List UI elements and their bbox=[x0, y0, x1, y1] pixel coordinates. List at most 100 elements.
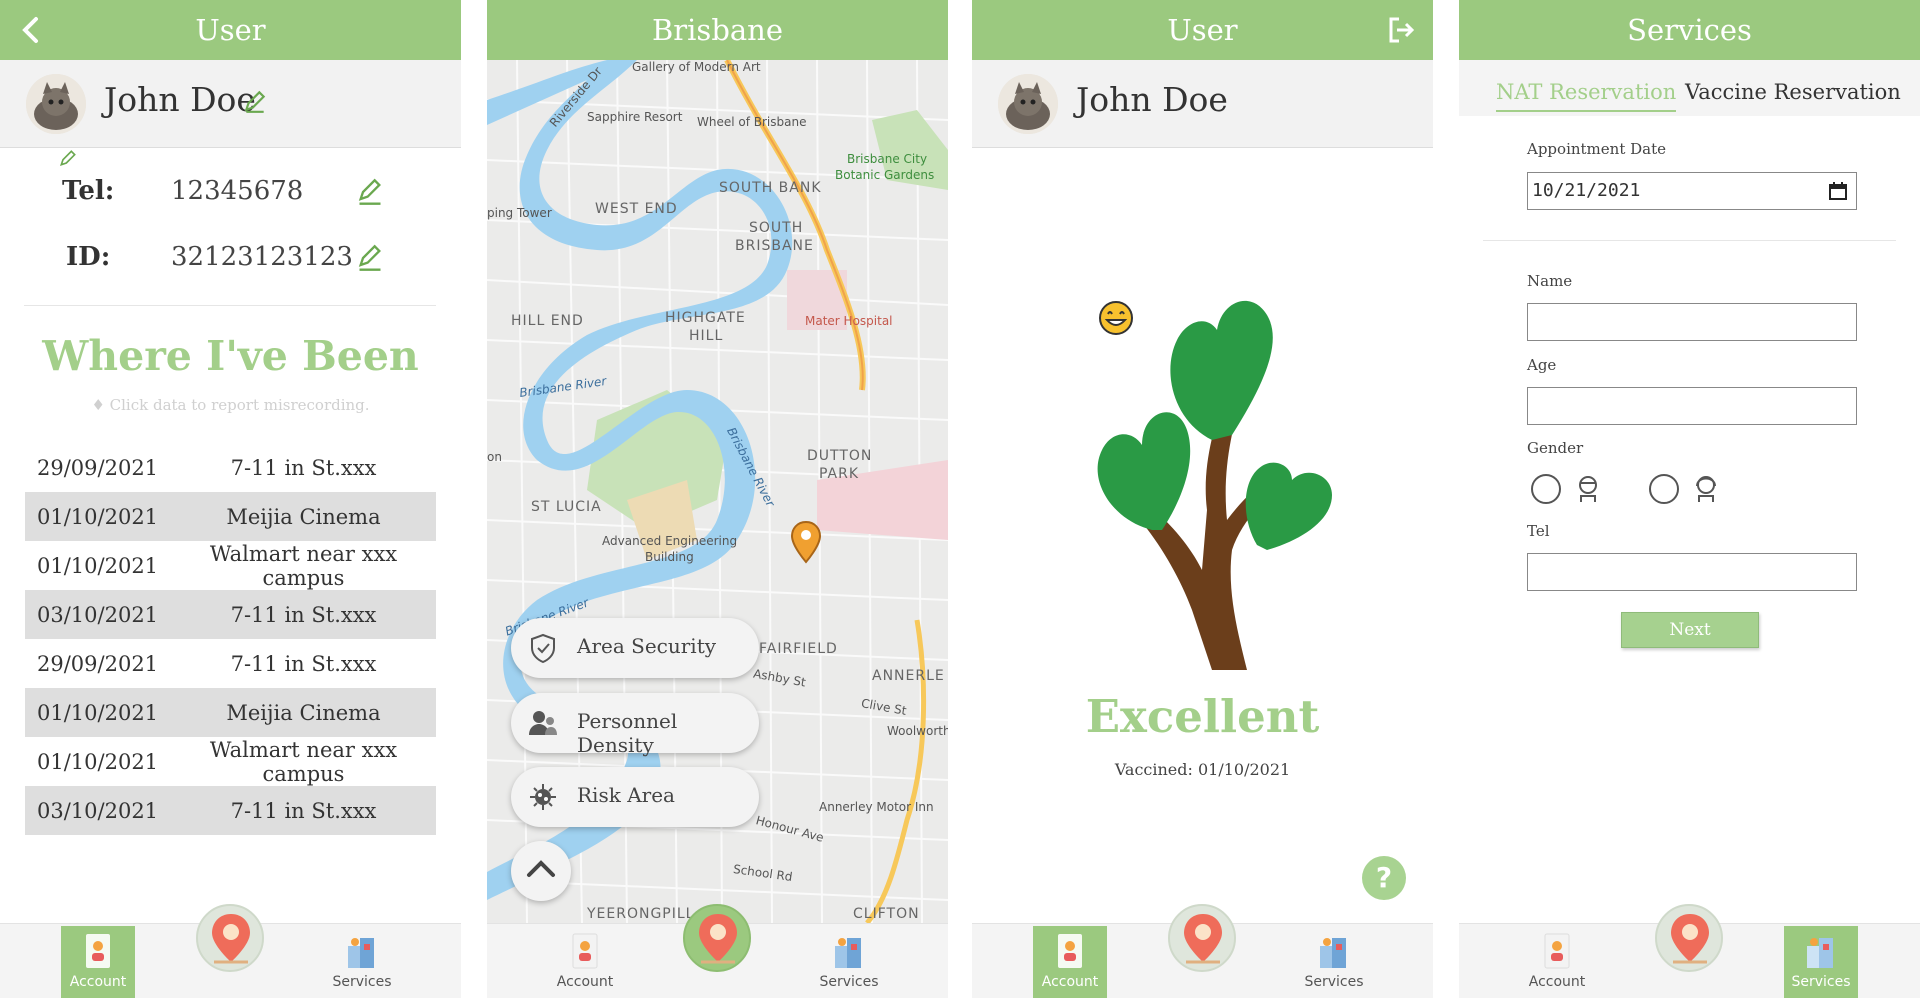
history-place: 7-11 in St.xxx bbox=[230, 602, 377, 627]
account-icon bbox=[1058, 934, 1082, 968]
tab-account[interactable]: Account bbox=[548, 926, 622, 998]
tel-label: Tel: bbox=[62, 176, 115, 206]
tab-services[interactable]: Services bbox=[325, 926, 399, 998]
history-place: Meijia Cinema bbox=[226, 700, 381, 725]
map-label: Building bbox=[645, 550, 694, 564]
appointment-date-input[interactable]: 10/21/2021 bbox=[1527, 172, 1857, 210]
map-label: WEST END bbox=[595, 201, 678, 217]
bottom-tab-bar: Account Services bbox=[487, 904, 948, 998]
edit-id-icon[interactable] bbox=[356, 244, 384, 272]
name-input[interactable] bbox=[1527, 303, 1857, 341]
tel-label: Tel bbox=[1527, 522, 1550, 540]
avatar[interactable] bbox=[26, 74, 86, 134]
personnel-density-button[interactable]: Personnel Density bbox=[511, 693, 759, 757]
tel-value: 12345678 bbox=[171, 176, 304, 206]
edit-name-icon[interactable] bbox=[242, 88, 268, 114]
services-icon bbox=[1320, 938, 1346, 968]
account-icon bbox=[86, 934, 110, 968]
risk-area-button[interactable]: Risk Area bbox=[511, 767, 759, 827]
tab-account[interactable]: Account bbox=[61, 926, 135, 998]
history-row[interactable]: 01/10/2021 Walmart near xxx campus bbox=[25, 541, 436, 590]
history-date: 01/10/2021 bbox=[37, 749, 159, 774]
calendar-icon[interactable] bbox=[1828, 181, 1848, 201]
history-list: 29/09/2021 7-11 in St.xxx 01/10/2021 Meiji… bbox=[25, 443, 436, 835]
history-row[interactable]: 01/10/2021 Meijia Cinema bbox=[25, 492, 436, 541]
map-label: Advanced Engineering bbox=[602, 534, 738, 548]
history-row[interactable]: 03/10/2021 7-11 in St.xxx bbox=[25, 590, 436, 639]
logout-icon[interactable] bbox=[1385, 14, 1417, 46]
tab-services[interactable]: Services bbox=[1297, 926, 1371, 998]
history-date: 29/09/2021 bbox=[37, 455, 159, 480]
gender-male-radio[interactable] bbox=[1531, 474, 1561, 504]
history-place: 7-11 in St.xxx bbox=[230, 798, 377, 823]
gender-female-radio[interactable] bbox=[1649, 474, 1679, 504]
female-icon bbox=[1696, 476, 1716, 502]
tab-account-label: Account bbox=[1041, 974, 1099, 990]
edit-tel-icon[interactable] bbox=[356, 178, 384, 206]
account-icon bbox=[572, 933, 598, 969]
map-pin-icon bbox=[212, 914, 250, 964]
history-row[interactable]: 29/09/2021 7-11 in St.xxx bbox=[25, 443, 436, 492]
appointment-date-value: 10/21/2021 bbox=[1532, 180, 1641, 201]
history-place: 7-11 in St.xxx bbox=[230, 455, 377, 480]
map-label: FAIRFIELD bbox=[759, 641, 838, 657]
map-label: Annerley Motor Inn bbox=[819, 800, 934, 814]
id-row: ID: 32123123123 bbox=[0, 238, 461, 278]
services-icon bbox=[348, 938, 374, 968]
history-row[interactable]: 03/10/2021 7-11 in St.xxx bbox=[25, 786, 436, 835]
history-row[interactable]: 01/10/2021 Meijia Cinema bbox=[25, 688, 436, 737]
history-date: 01/10/2021 bbox=[37, 504, 159, 529]
tab-nat-reservation[interactable]: NAT Reservation bbox=[1496, 78, 1677, 112]
map-screen: Brisbane Gallery of Modern Art Sapphire … bbox=[487, 0, 948, 998]
tab-map[interactable] bbox=[1168, 904, 1236, 972]
map-label: ST LUCIA bbox=[531, 499, 602, 515]
map-label: BRISBANE bbox=[735, 238, 814, 254]
map-label: HIGHGATE bbox=[665, 310, 746, 326]
tab-services[interactable]: Services bbox=[1784, 926, 1858, 998]
personnel-density-label: Personnel Density bbox=[577, 709, 678, 757]
map-label: Mater Hospital bbox=[805, 314, 893, 328]
map-pin-icon bbox=[1184, 914, 1222, 964]
chevron-up-icon bbox=[527, 860, 555, 877]
divider bbox=[24, 305, 436, 306]
tab-services[interactable]: Services bbox=[812, 926, 886, 998]
history-date: 03/10/2021 bbox=[37, 602, 159, 627]
chevron-left-icon[interactable] bbox=[16, 14, 48, 46]
map-label: PARK bbox=[819, 466, 860, 482]
vaccination-date: Vaccined: 01/10/2021 bbox=[1114, 760, 1291, 779]
help-button[interactable]: ? bbox=[1362, 856, 1406, 900]
map-label: Brisbane City bbox=[847, 152, 928, 166]
history-place: Meijia Cinema bbox=[226, 504, 381, 529]
tab-account[interactable]: Account bbox=[1520, 926, 1594, 998]
map-label: DUTTON bbox=[807, 448, 873, 464]
tab-vaccine-reservation[interactable]: Vaccine Reservation bbox=[1685, 78, 1901, 106]
gender-label: Gender bbox=[1527, 439, 1584, 457]
tel-row: Tel: 12345678 bbox=[0, 172, 461, 212]
services-icon bbox=[1807, 938, 1833, 968]
next-button[interactable]: Next bbox=[1621, 612, 1759, 648]
history-date: 29/09/2021 bbox=[37, 651, 159, 676]
map-label: Botanic Gardens bbox=[835, 168, 935, 182]
expand-button[interactable] bbox=[511, 841, 571, 901]
map-label: HILL bbox=[689, 328, 724, 344]
tab-services-label: Services bbox=[1304, 974, 1364, 990]
bottom-tab-bar: Account Services bbox=[972, 904, 1433, 998]
tel-input[interactable] bbox=[1527, 553, 1857, 591]
tab-map[interactable] bbox=[1655, 904, 1723, 972]
tab-map[interactable] bbox=[196, 904, 264, 972]
history-row[interactable]: 01/10/2021 Walmart near xxx campus bbox=[25, 737, 436, 786]
where-hint: ♦ Click data to report misrecording. bbox=[91, 396, 370, 414]
age-input[interactable] bbox=[1527, 387, 1857, 425]
area-security-button[interactable]: Area Security bbox=[511, 618, 759, 678]
services-icon bbox=[835, 938, 861, 968]
map-view[interactable]: Gallery of Modern Art Sapphire Resort Wh… bbox=[487, 60, 948, 923]
map-label: ANNERLE bbox=[872, 668, 945, 684]
history-row[interactable]: 29/09/2021 7-11 in St.xxx bbox=[25, 639, 436, 688]
tab-account-label: Account bbox=[69, 974, 127, 990]
health-tree-illustration bbox=[1097, 300, 1332, 670]
tab-map[interactable] bbox=[683, 904, 751, 972]
edit-avatar-icon[interactable] bbox=[58, 148, 78, 168]
id-label: ID: bbox=[66, 242, 111, 272]
tab-account[interactable]: Account bbox=[1033, 926, 1107, 998]
location-pin-icon[interactable] bbox=[790, 520, 822, 564]
